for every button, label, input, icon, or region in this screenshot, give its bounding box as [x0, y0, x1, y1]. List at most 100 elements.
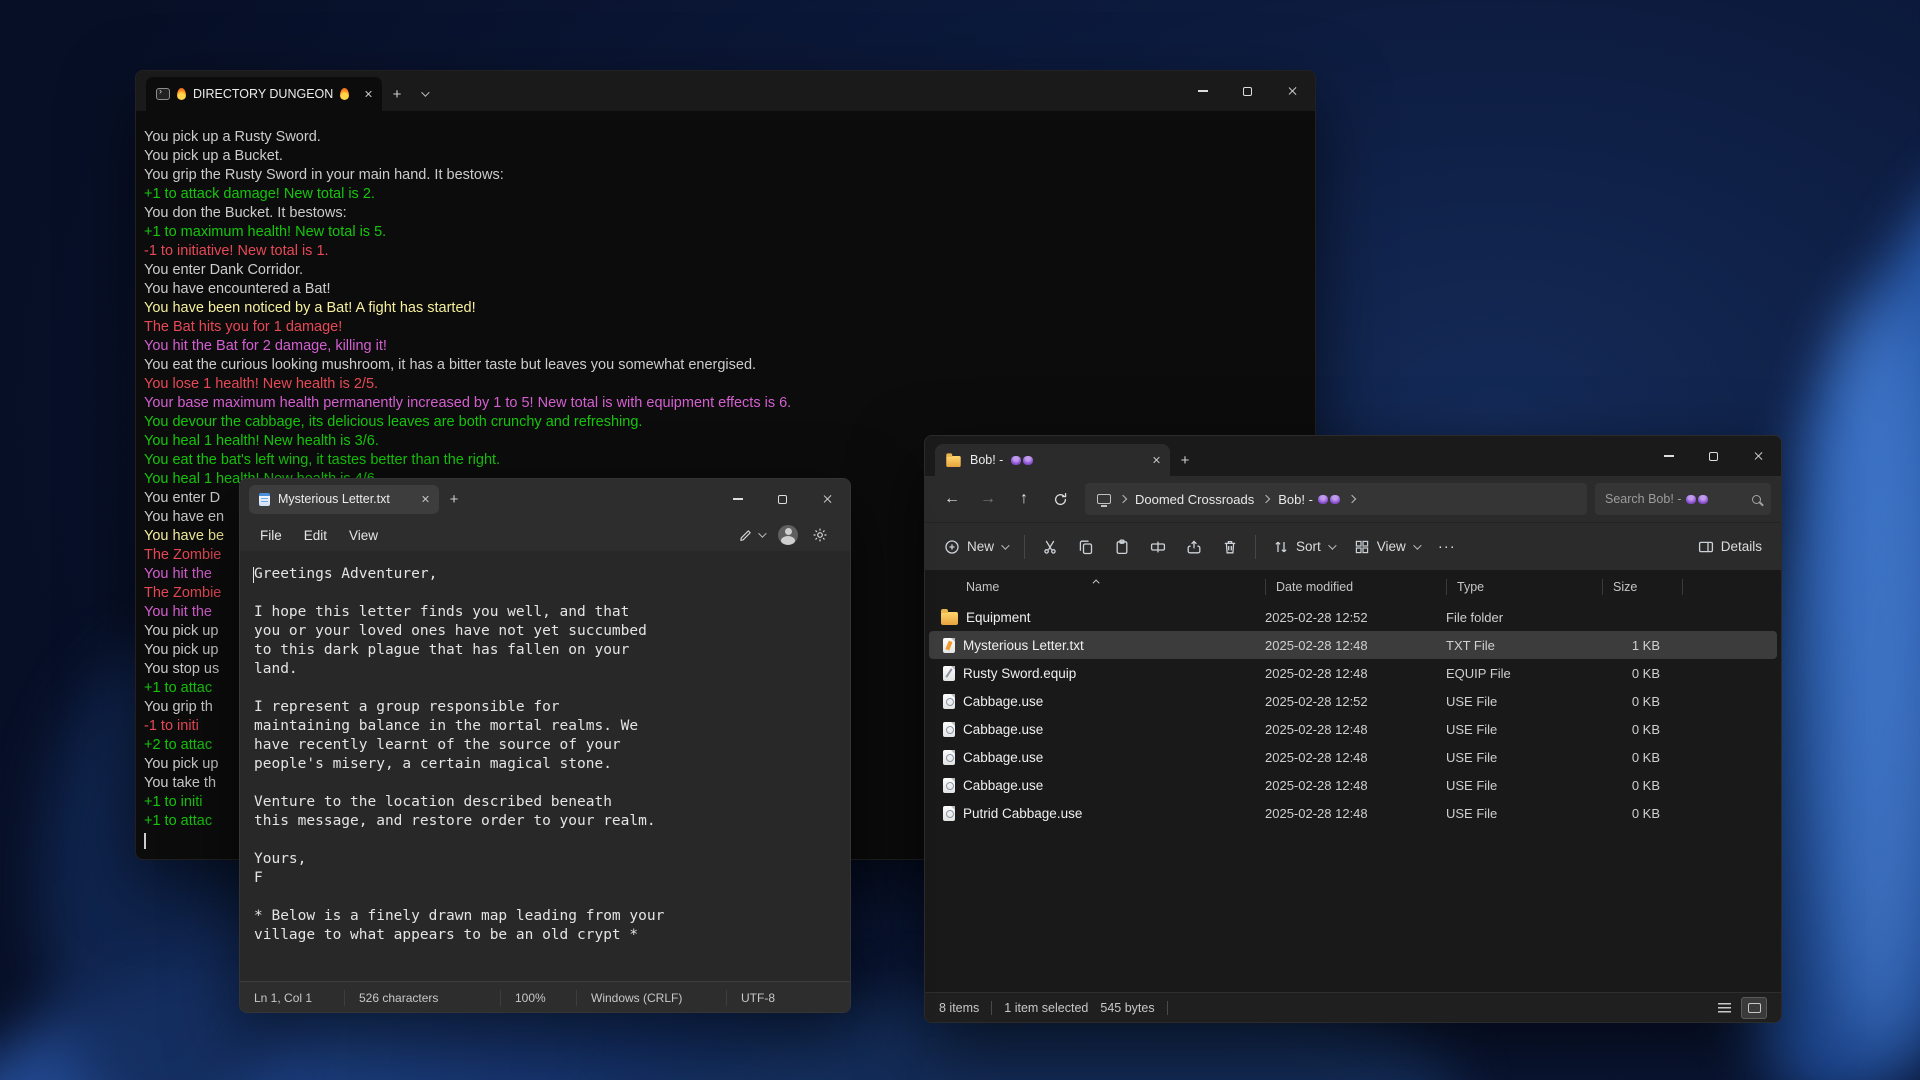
column-header-name[interactable]: Name — [966, 579, 1265, 595]
tab-close-icon[interactable] — [364, 90, 372, 98]
zoom-level[interactable]: 100% — [500, 990, 576, 1006]
file-row[interactable]: Cabbage.use 2025-02-28 12:48 USE File 0 … — [929, 715, 1777, 743]
file-row[interactable]: Rusty Sword.equip 2025-02-28 12:48 EQUIP… — [929, 659, 1777, 687]
new-button[interactable]: New — [935, 532, 1016, 562]
maximize-button[interactable] — [1225, 71, 1270, 111]
back-button[interactable]: ← — [935, 483, 969, 515]
editing-mode-button[interactable] — [738, 528, 764, 543]
new-tab-button[interactable]: + — [1170, 444, 1200, 476]
rename-button[interactable] — [1141, 530, 1175, 564]
file-size: 0 KB — [1602, 666, 1682, 681]
up-button[interactable]: ↑ — [1007, 483, 1041, 515]
file-date-modified: 2025-02-28 12:52 — [1265, 610, 1446, 625]
terminal-line: You eat the curious looking mushroom, it… — [144, 356, 1305, 375]
file-row[interactable]: Equipment 2025-02-28 12:52 File folder — [929, 603, 1777, 631]
minimize-button[interactable] — [715, 479, 760, 519]
file-size: 1 KB — [1602, 638, 1682, 653]
maximize-button[interactable] — [760, 479, 805, 519]
file-date-modified: 2025-02-28 12:48 — [1265, 806, 1446, 821]
fire-emoji — [340, 88, 349, 100]
large-icons-view-toggle[interactable] — [1741, 997, 1767, 1019]
details-view-toggle[interactable] — [1711, 997, 1737, 1019]
notepad-window: Mysterious Letter.txt + File Edit View G… — [239, 478, 851, 1013]
terminal-line: You have encountered a Bat! — [144, 280, 1305, 299]
details-pane-button[interactable]: Details — [1689, 532, 1771, 562]
close-button[interactable] — [1270, 71, 1315, 111]
file-row[interactable]: Cabbage.use 2025-02-28 12:48 USE File 0 … — [929, 771, 1777, 799]
breadcrumb-current[interactable]: Bob! - — [1278, 492, 1340, 507]
terminal-line: You devour the cabbage, its delicious le… — [144, 413, 1305, 432]
terminal-tab-title: DIRECTORY DUNGEON — [193, 87, 333, 101]
file-name: Cabbage.use — [963, 722, 1043, 737]
column-header-type[interactable]: Type — [1446, 579, 1602, 595]
tab-close-icon[interactable] — [421, 495, 429, 503]
column-header-modified[interactable]: Date modified — [1265, 579, 1446, 595]
account-icon[interactable] — [778, 525, 798, 545]
item-count: 8 items — [939, 1001, 979, 1015]
cut-button[interactable] — [1033, 530, 1067, 564]
minimize-button[interactable] — [1180, 71, 1225, 111]
refresh-button[interactable] — [1043, 483, 1077, 515]
file-icon — [943, 750, 955, 765]
close-button[interactable] — [1736, 436, 1781, 476]
notepad-tab[interactable]: Mysterious Letter.txt — [249, 485, 439, 514]
address-bar[interactable]: Doomed Crossroads Bob! - — [1085, 483, 1587, 515]
file-name: Cabbage.use — [963, 778, 1043, 793]
explorer-tab[interactable]: Bob! - — [935, 444, 1170, 476]
file-row[interactable]: Cabbage.use 2025-02-28 12:48 USE File 0 … — [929, 743, 1777, 771]
file-date-modified: 2025-02-28 12:48 — [1265, 666, 1446, 681]
paste-button[interactable] — [1105, 530, 1139, 564]
terminal-cursor — [144, 833, 146, 849]
breadcrumb-chevron-icon[interactable] — [1119, 495, 1127, 503]
file-name: Mysterious Letter.txt — [963, 638, 1084, 653]
cursor-position: Ln 1, Col 1 — [240, 990, 344, 1006]
terminal-line: You pick up a Bucket. — [144, 147, 1305, 166]
tab-dropdown-button[interactable] — [412, 77, 436, 111]
minimize-button[interactable] — [1646, 436, 1691, 476]
file-date-modified: 2025-02-28 12:52 — [1265, 694, 1446, 709]
terminal-line: You grip the Rusty Sword in your main ha… — [144, 166, 1305, 185]
file-explorer-window: Bob! - + ← → ↑ Doomed Crossroads Bob! - — [924, 435, 1782, 1023]
view-button[interactable]: View — [1345, 532, 1428, 562]
file-date-modified: 2025-02-28 12:48 — [1265, 778, 1446, 793]
search-input[interactable]: Search Bob! - — [1595, 483, 1771, 515]
file-row[interactable]: Mysterious Letter.txt 2025-02-28 12:48 T… — [929, 631, 1777, 659]
share-button[interactable] — [1177, 530, 1211, 564]
breadcrumb-parent[interactable]: Doomed Crossroads — [1135, 492, 1254, 507]
explorer-tab-title: Bob! - — [970, 453, 1003, 467]
file-type: EQUIP File — [1446, 666, 1602, 681]
character-count: 526 characters — [344, 990, 500, 1006]
file-date-modified: 2025-02-28 12:48 — [1265, 750, 1446, 765]
file-row[interactable]: Putrid Cabbage.use 2025-02-28 12:48 USE … — [929, 799, 1777, 827]
close-button[interactable] — [805, 479, 850, 519]
settings-gear-icon[interactable] — [812, 527, 828, 543]
tab-close-icon[interactable] — [1152, 456, 1160, 464]
breadcrumb-chevron-icon[interactable] — [1262, 495, 1270, 503]
sort-button[interactable]: Sort — [1264, 532, 1343, 562]
fire-emoji — [177, 88, 186, 100]
maximize-button[interactable] — [1691, 436, 1736, 476]
terminal-line: +1 to maximum health! New total is 5. — [144, 223, 1305, 242]
terminal-tab[interactable]: DIRECTORY DUNGEON — [146, 77, 382, 111]
more-options-button[interactable]: ··· — [1430, 538, 1464, 555]
file-type: USE File — [1446, 694, 1602, 709]
new-tab-button[interactable]: + — [382, 77, 412, 111]
forward-button[interactable]: → — [971, 483, 1005, 515]
notepad-titlebar: Mysterious Letter.txt + — [240, 479, 850, 519]
copy-button[interactable] — [1069, 530, 1103, 564]
breadcrumb-chevron-icon[interactable] — [1348, 495, 1356, 503]
terminal-line: You enter Dank Corridor. — [144, 261, 1305, 280]
terminal-line: You hit the Bat for 2 damage, killing it… — [144, 337, 1305, 356]
menu-edit[interactable]: Edit — [294, 523, 337, 548]
file-icon — [943, 666, 955, 681]
column-header-size[interactable]: Size — [1602, 579, 1682, 595]
delete-button[interactable] — [1213, 530, 1247, 564]
new-tab-button[interactable]: + — [439, 491, 469, 508]
menu-file[interactable]: File — [250, 523, 292, 548]
menu-view[interactable]: View — [339, 523, 388, 548]
notepad-statusbar: Ln 1, Col 1 526 characters 100% Windows … — [240, 981, 850, 1013]
text-editor[interactable]: Greetings Adventurer, I hope this letter… — [240, 551, 850, 981]
file-row[interactable]: Cabbage.use 2025-02-28 12:52 USE File 0 … — [929, 687, 1777, 715]
explorer-app-icon — [946, 455, 960, 466]
file-name: Cabbage.use — [963, 750, 1043, 765]
